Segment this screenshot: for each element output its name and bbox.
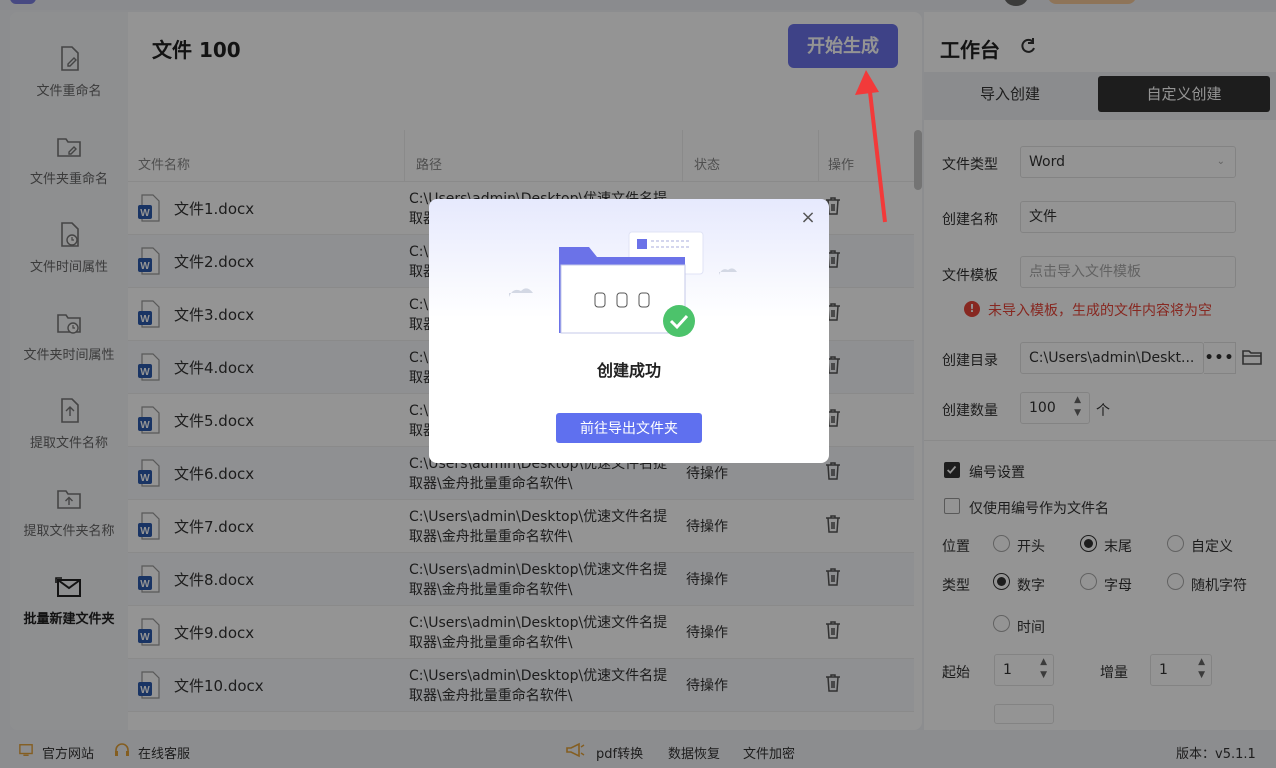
success-dialog: × 创建成功 前往导出文件夹 <box>429 199 829 463</box>
folder-success-icon <box>509 231 737 337</box>
open-export-folder-button[interactable]: 前往导出文件夹 <box>556 413 702 443</box>
dialog-title: 创建成功 <box>596 361 661 380</box>
close-icon[interactable]: × <box>799 209 817 227</box>
